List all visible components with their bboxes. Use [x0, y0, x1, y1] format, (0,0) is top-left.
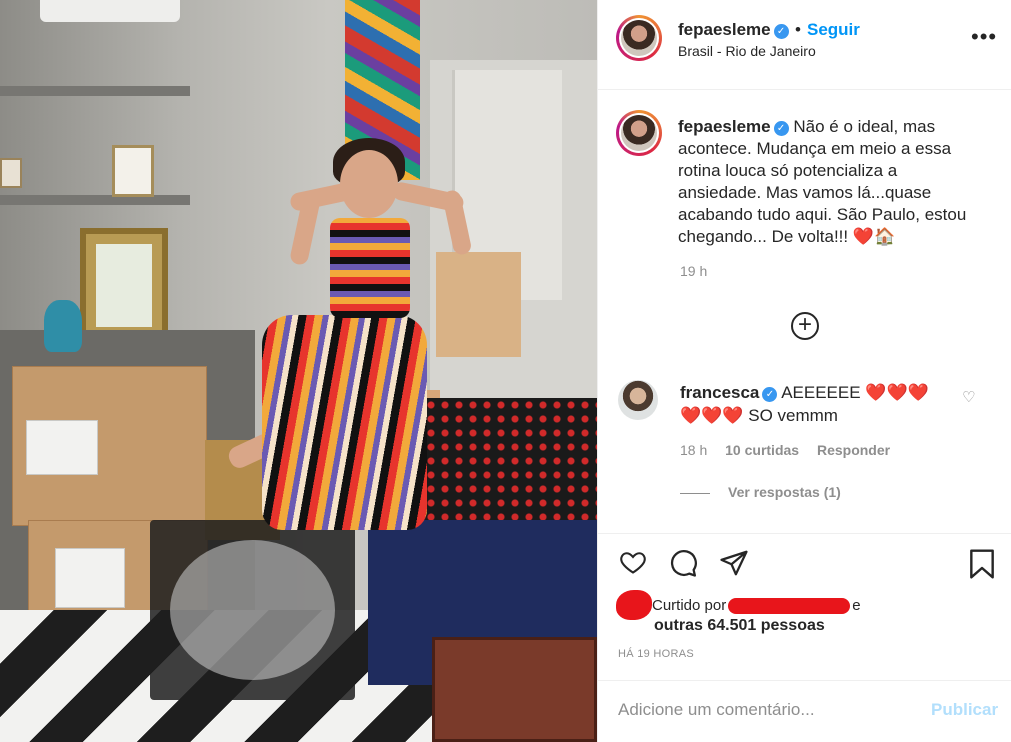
box-label: [55, 548, 125, 608]
location-link[interactable]: Brasil - Rio de Janeiro: [678, 43, 816, 59]
bookmark-icon[interactable]: [968, 548, 996, 580]
blue-sculpture: [44, 300, 82, 352]
picture-frame-small: [112, 145, 154, 197]
plastic-crate: [150, 520, 355, 700]
likes-count[interactable]: outras 64.501 pessoas: [654, 617, 825, 635]
cardboard-box: [436, 252, 521, 357]
load-more-comments-icon[interactable]: +: [791, 312, 819, 340]
post-timestamp[interactable]: HÁ 19 HORAS: [618, 648, 694, 660]
picture-frame-large: [80, 228, 168, 343]
comment: francesca ✓ AEEEEEE ❤️❤️❤️ ❤️❤️❤️ SO vemm…: [680, 381, 930, 427]
publish-button[interactable]: Publicar: [931, 700, 998, 720]
polka-dot-bag: [424, 398, 597, 523]
username-container: fepaesleme ✓: [678, 20, 789, 40]
person-face: [340, 150, 398, 218]
caption: fepaesleme ✓ Não é o ideal, mas acontece.…: [678, 116, 978, 248]
reply-button[interactable]: Responder: [817, 442, 890, 458]
verified-icon: ✓: [762, 387, 778, 402]
comment-avatar[interactable]: [618, 380, 658, 420]
shelf-middle: [0, 195, 190, 205]
avatar[interactable]: [616, 15, 662, 61]
comment-time[interactable]: 18 h: [680, 442, 707, 458]
liked-by-prefix: Curtido por: [652, 597, 727, 614]
comment-username[interactable]: francesca: [680, 383, 759, 402]
post-photo[interactable]: [0, 0, 597, 742]
more-horizontal-icon[interactable]: •••: [971, 26, 997, 48]
post-header: fepaesleme ✓ • Seguir Brasil - Rio de Jan…: [598, 0, 1011, 90]
comment-input[interactable]: [618, 697, 918, 723]
add-comment-bar: Publicar: [598, 680, 1011, 742]
striped-jumpsuit: [262, 315, 427, 530]
liked-by-suffix: e: [852, 597, 861, 614]
liked-by: Curtido por e: [618, 596, 861, 616]
caption-time[interactable]: 19 h: [680, 263, 707, 279]
box-label: [26, 420, 98, 475]
header-separator: •: [795, 20, 801, 39]
heart-emoji: ❤️: [852, 227, 875, 246]
verified-icon: ✓: [773, 121, 789, 136]
caption-username[interactable]: fepaesleme: [678, 117, 771, 136]
air-conditioner: [40, 0, 180, 22]
verified-icon: ✓: [773, 24, 789, 39]
like-heart-icon[interactable]: [618, 548, 648, 576]
header-username[interactable]: fepaesleme: [678, 20, 771, 39]
comment-likes[interactable]: 10 curtidas: [725, 442, 799, 458]
post-sidebar: fepaesleme ✓ • Seguir Brasil - Rio de Jan…: [597, 0, 1011, 742]
caption-text: Não é o ideal, mas acontece. Mudança em …: [678, 117, 967, 246]
redacted-username: [728, 598, 851, 615]
vintage-suitcase: [432, 637, 597, 742]
picture-frame-tiny: [0, 158, 22, 188]
view-replies-button[interactable]: Ver respostas (1): [680, 484, 841, 500]
comment-like-icon[interactable]: ♡: [962, 388, 975, 406]
share-direct-icon[interactable]: [719, 548, 749, 578]
follow-button[interactable]: Seguir: [807, 20, 860, 40]
comment-bubble-icon[interactable]: [668, 548, 698, 578]
house-emoji: 🏠: [874, 227, 896, 246]
striped-top: [330, 218, 410, 318]
shelf-top: [0, 86, 190, 96]
caption-avatar[interactable]: [616, 110, 662, 156]
comment-meta: 18 h 10 curtidas Responder: [680, 442, 904, 458]
